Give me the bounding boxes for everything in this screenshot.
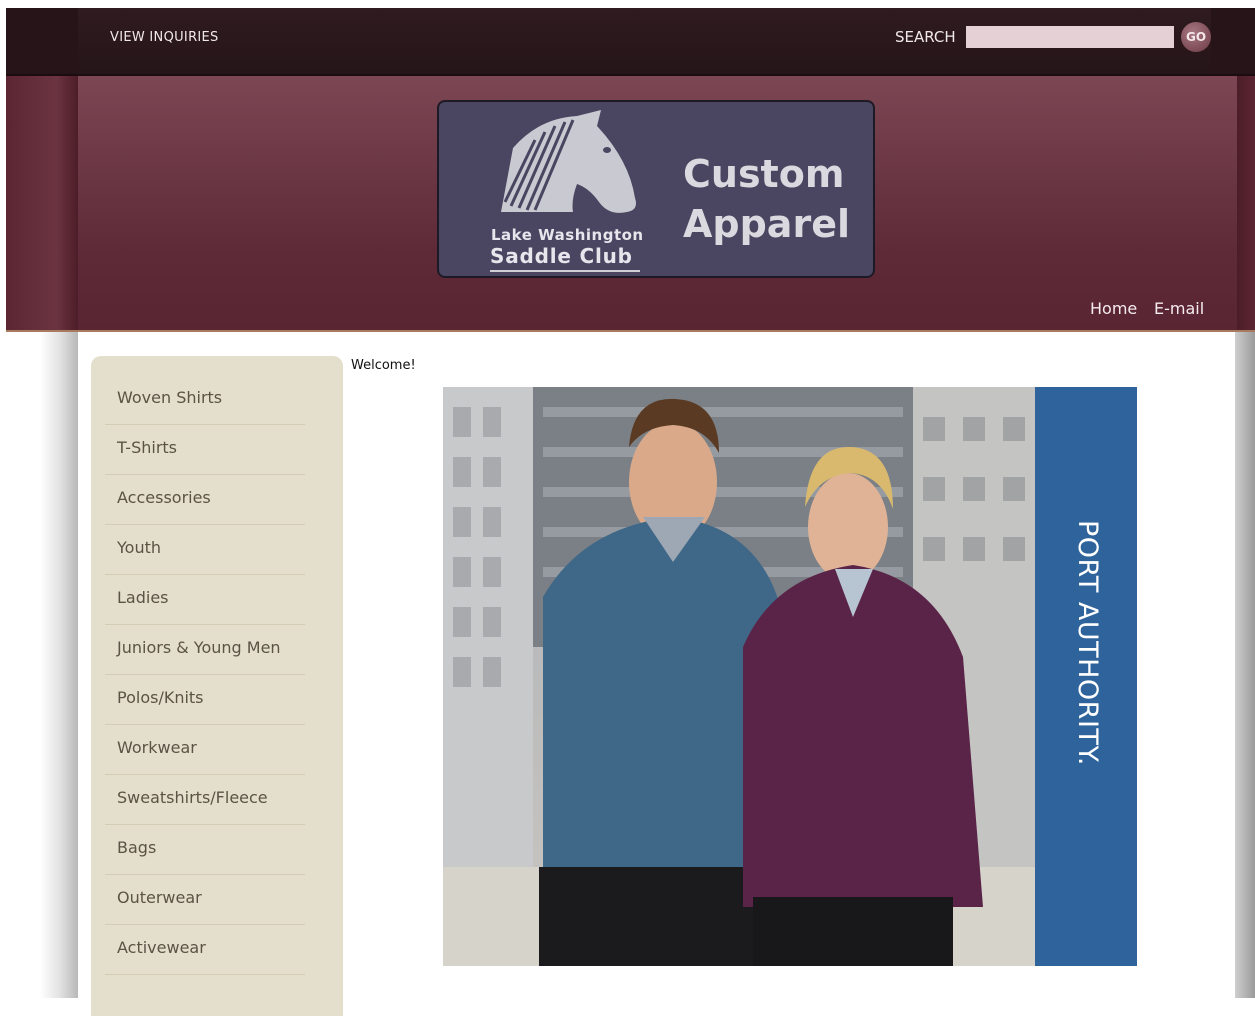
sidebar-item-label: Youth	[117, 538, 161, 557]
sidebar-item-label: T-Shirts	[117, 438, 178, 457]
right-gutter-shadow	[1235, 332, 1255, 998]
logo-underline	[490, 270, 640, 272]
welcome-text: Welcome!	[351, 358, 416, 373]
sidebar-item-label: Ladies	[117, 588, 169, 607]
top-bar-right-edge	[1211, 8, 1255, 74]
nav-email-link[interactable]: E-mail	[1154, 299, 1204, 318]
search-label: SEARCH	[895, 28, 956, 46]
sidebar-item-t-shirts[interactable]: T-Shirts	[105, 424, 305, 475]
sidebar-item-label: Woven Shirts	[117, 388, 223, 407]
sidebar-item-bags[interactable]: Bags	[105, 824, 305, 875]
sidebar-item-outerwear[interactable]: Outerwear	[105, 874, 305, 925]
sidebar-item-label: Polos/Knits	[117, 688, 204, 707]
sidebar-item-label: Outerwear	[117, 888, 202, 907]
sidebar-item-label: Sweatshirts/Fleece	[117, 788, 268, 807]
sidebar-item-accessories[interactable]: Accessories	[105, 474, 305, 525]
sidebar-item-ladies[interactable]: Ladies	[105, 574, 305, 625]
site-logo[interactable]: Lake Washington Saddle Club Custom Appar…	[437, 100, 875, 278]
promo-banner[interactable]	[443, 387, 1137, 966]
sidebar-item-label: Juniors & Young Men	[117, 638, 281, 657]
sidebar-item-label: Bags	[117, 838, 157, 857]
horse-head-icon	[501, 110, 636, 213]
category-sidebar: Woven Shirts T-Shirts Accessories Youth …	[91, 356, 343, 1016]
sidebar-item-woven-shirts[interactable]: Woven Shirts	[105, 374, 305, 425]
logo-title-line2: Apparel	[683, 202, 850, 246]
sidebar-item-label: Workwear	[117, 738, 197, 757]
sidebar-item-sweatshirts-fleece[interactable]: Sweatshirts/Fleece	[105, 774, 305, 825]
header-right-shade	[1237, 76, 1255, 330]
sidebar-item-workwear[interactable]: Workwear	[105, 724, 305, 775]
top-bar: VIEW INQUIRIES SEARCH GO	[6, 8, 1255, 76]
sidebar-item-polos-knits[interactable]: Polos/Knits	[105, 674, 305, 725]
logo-club-line1: Lake Washington	[491, 226, 644, 244]
brand-logo-text: PORT AUTHORITY.	[1072, 520, 1103, 767]
sidebar-item-label: Accessories	[117, 488, 211, 507]
site-header: Lake Washington Saddle Club Custom Appar…	[6, 76, 1255, 332]
sidebar-item-activewear[interactable]: Activewear	[105, 924, 305, 975]
top-bar-left-edge	[6, 8, 78, 74]
view-inquiries-link[interactable]: VIEW INQUIRIES	[110, 30, 219, 45]
logo-title-line1: Custom	[683, 152, 845, 196]
sidebar-item-label: Activewear	[117, 938, 206, 957]
sidebar-item-youth[interactable]: Youth	[105, 524, 305, 575]
logo-club-line2: Saddle Club	[490, 244, 633, 268]
header-left-shade	[6, 76, 78, 330]
banner-photo	[443, 387, 1035, 966]
sidebar-item-juniors-young-men[interactable]: Juniors & Young Men	[105, 624, 305, 675]
go-button[interactable]: GO	[1181, 22, 1211, 52]
left-gutter-shadow	[0, 332, 78, 998]
nav-home-link[interactable]: Home	[1090, 299, 1137, 318]
models-photo-illustration	[443, 387, 1035, 966]
search-input[interactable]	[966, 26, 1174, 48]
